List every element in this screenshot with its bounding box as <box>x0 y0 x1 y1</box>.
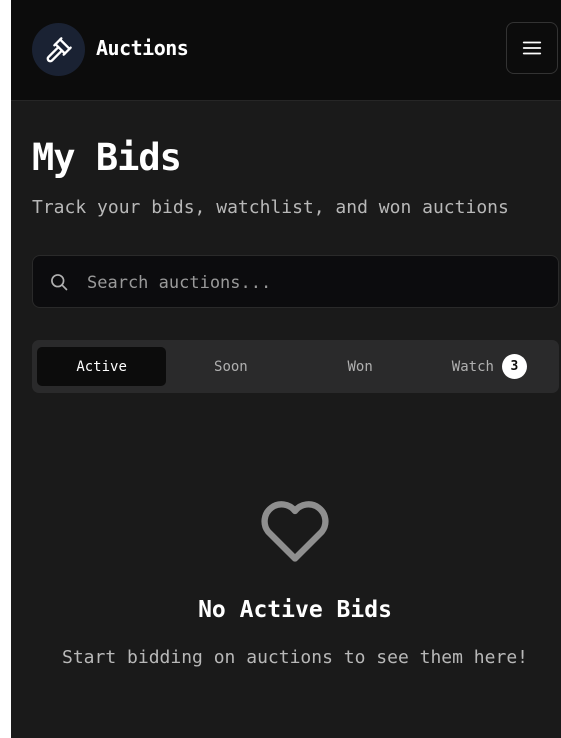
app-container: Auctions My Bids Track your bids, watchl… <box>11 0 561 738</box>
tab-won[interactable]: Won <box>296 347 425 386</box>
heart-icon <box>261 501 329 562</box>
brand-name[interactable]: Auctions <box>96 36 189 60</box>
tab-soon[interactable]: Soon <box>166 347 295 386</box>
tab-watch[interactable]: Watch 3 <box>425 347 554 386</box>
search-bar <box>32 255 559 309</box>
bid-tabs: Active Soon Won Watch 3 <box>32 340 559 393</box>
tab-label: Watch <box>451 358 494 375</box>
hamburger-menu-icon <box>522 41 542 55</box>
watch-count-badge: 3 <box>501 354 527 379</box>
page-title: My Bids <box>32 136 182 179</box>
tab-label: Active <box>76 358 127 375</box>
tab-label: Won <box>347 358 373 375</box>
top-header: Auctions <box>11 0 561 101</box>
search-icon <box>51 274 68 291</box>
tab-active[interactable]: Active <box>37 347 167 386</box>
page-subtitle: Track your bids, watchlist, and won auct… <box>32 197 509 218</box>
empty-state-title: No Active Bids <box>198 597 392 623</box>
tab-label: Soon <box>214 358 248 375</box>
gavel-icon <box>46 36 72 62</box>
search-input[interactable] <box>85 256 549 309</box>
menu-button[interactable] <box>506 22 558 74</box>
logo[interactable] <box>32 23 85 76</box>
empty-state-text: Start bidding on auctions to see them he… <box>62 647 528 668</box>
